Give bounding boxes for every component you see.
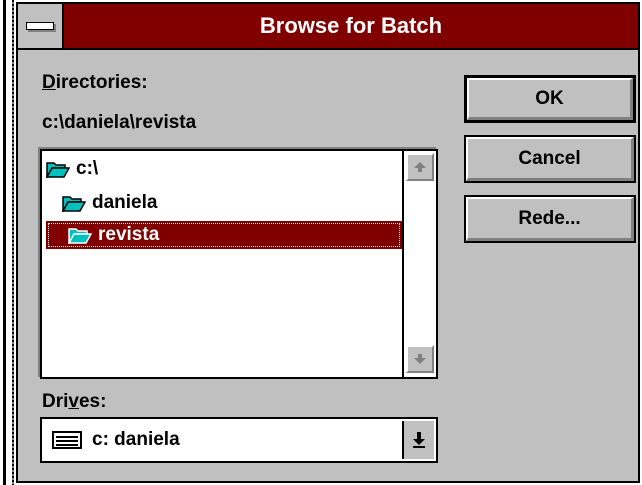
background-stripe [12, 0, 14, 485]
title-bar: Browse for Batch [18, 4, 638, 50]
open-folder-icon [62, 196, 86, 212]
current-directory-path: c:\daniela\revista [42, 112, 197, 133]
dropdown-arrow-icon[interactable] [402, 421, 434, 459]
arrow-down-icon[interactable] [406, 345, 434, 373]
directory-item-root[interactable]: c:\ [46, 155, 98, 183]
system-menu-icon[interactable] [18, 4, 64, 48]
directory-scrollbar[interactable] [402, 151, 436, 377]
network-button[interactable]: Rede... [464, 195, 636, 243]
directory-list[interactable]: c:\ daniela revista [40, 149, 438, 379]
hard-drive-icon [52, 431, 82, 449]
directory-item-revista[interactable]: revista [46, 221, 402, 249]
drives-label: Drives: [42, 391, 107, 412]
window-title: Browse for Batch [259, 13, 443, 38]
browse-dialog: Browse for Batch Directories: c:\daniela… [16, 2, 640, 483]
ok-button[interactable]: OK [464, 75, 636, 123]
drives-selected-value: c: daniela [92, 429, 180, 450]
cancel-button[interactable]: Cancel [464, 135, 636, 183]
open-folder-icon [46, 162, 70, 178]
directories-label: Directories: [42, 72, 148, 93]
background-stripe [3, 0, 6, 485]
directory-item-daniela[interactable]: daniela [62, 189, 157, 217]
arrow-up-icon[interactable] [406, 153, 434, 181]
open-folder-icon [68, 228, 92, 244]
drives-dropdown[interactable]: c: daniela [40, 417, 438, 463]
